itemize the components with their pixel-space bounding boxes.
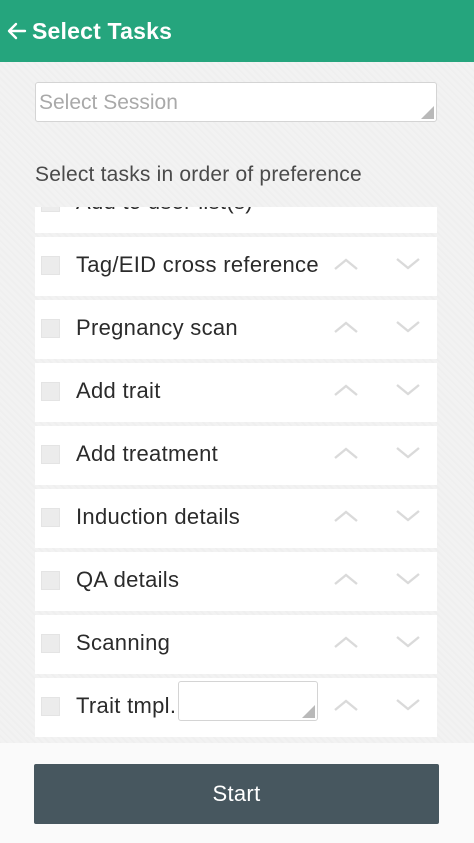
task-row-tag-eid-cross-reference[interactable]: Tag/EID cross reference [35, 237, 437, 296]
resize-grip-icon [302, 705, 315, 718]
task-label: Induction details [76, 504, 241, 529]
task-checkbox[interactable] [41, 697, 60, 716]
task-checkbox[interactable] [41, 382, 60, 401]
task-label: QA details [76, 567, 180, 592]
task-label: Scanning [76, 630, 171, 655]
task-label: Add trait [76, 378, 161, 403]
page-title: Select Tasks [32, 17, 173, 44]
chevron-down-icon[interactable] [395, 257, 421, 271]
task-list-content: Add to user list(s) Tag/EID cross refere… [35, 207, 437, 741]
chevron-down-icon[interactable] [395, 572, 421, 586]
chevron-down-icon[interactable] [395, 383, 421, 397]
trait-template-select[interactable] [178, 681, 318, 721]
session-select[interactable]: Select Session [35, 82, 437, 122]
chevron-up-icon[interactable] [333, 207, 359, 208]
chevron-down-icon[interactable] [395, 698, 421, 712]
task-checkbox[interactable] [41, 634, 60, 653]
resize-grip-icon [421, 106, 434, 119]
task-checkbox[interactable] [41, 508, 60, 527]
task-row-qa-details[interactable]: QA details [35, 552, 437, 611]
chevron-up-icon[interactable] [333, 635, 359, 649]
arrow-left-icon[interactable] [5, 19, 29, 43]
task-checkbox[interactable] [41, 319, 60, 338]
chevron-down-icon[interactable] [395, 207, 421, 208]
chevron-down-icon[interactable] [395, 509, 421, 523]
task-row-trait-tmpl[interactable]: Trait tmpl. [35, 678, 437, 737]
task-row-pregnancy-scan[interactable]: Pregnancy scan [35, 300, 437, 359]
chevron-down-icon[interactable] [395, 446, 421, 460]
instruction-text: Select tasks in order of preference [35, 163, 362, 186]
task-row-add-trait[interactable]: Add trait [35, 363, 437, 422]
task-row-scanning[interactable]: Scanning [35, 615, 437, 674]
chevron-down-icon[interactable] [395, 320, 421, 334]
chevron-up-icon[interactable] [333, 257, 359, 271]
task-label: Trait tmpl. [76, 693, 177, 718]
task-label: Tag/EID cross reference [76, 252, 319, 277]
task-checkbox[interactable] [41, 256, 60, 275]
footer-bar: Start [0, 743, 474, 843]
chevron-down-icon[interactable] [395, 635, 421, 649]
session-select-placeholder: Select Session [39, 91, 178, 114]
task-checkbox[interactable] [41, 445, 60, 464]
task-label: Pregnancy scan [76, 315, 238, 340]
chevron-up-icon[interactable] [333, 383, 359, 397]
chevron-up-icon[interactable] [333, 320, 359, 334]
task-list[interactable]: Add to user list(s) Tag/EID cross refere… [35, 207, 437, 743]
app-header: Select Tasks [0, 0, 474, 62]
task-label: Add to user list(s) [76, 207, 253, 215]
task-row-add-to-user-list[interactable]: Add to user list(s) [35, 207, 437, 233]
chevron-up-icon[interactable] [333, 509, 359, 523]
task-row-add-treatment[interactable]: Add treatment [35, 426, 437, 485]
chevron-up-icon[interactable] [333, 572, 359, 586]
task-row-induction-details[interactable]: Induction details [35, 489, 437, 548]
task-label: Add treatment [76, 441, 219, 466]
task-checkbox[interactable] [41, 207, 60, 212]
start-button[interactable]: Start [34, 764, 439, 824]
task-checkbox[interactable] [41, 571, 60, 590]
chevron-up-icon[interactable] [333, 698, 359, 712]
chevron-up-icon[interactable] [333, 446, 359, 460]
